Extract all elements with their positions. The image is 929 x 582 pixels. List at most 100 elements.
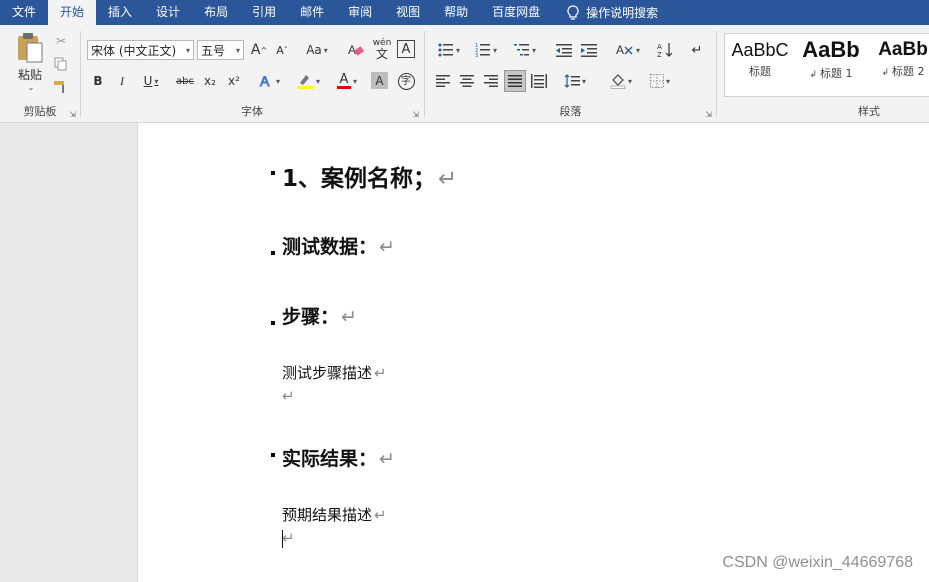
decrease-indent-button[interactable] (553, 40, 575, 60)
paragraph-mark-icon: ↵ (282, 529, 295, 547)
underline-button[interactable]: U ▾ (137, 71, 165, 91)
character-shading-button[interactable]: A (371, 72, 388, 89)
paragraph-mark-icon: ↵ (379, 448, 395, 470)
align-center-icon (460, 75, 474, 87)
paragraph-mark-icon: ↵ (374, 506, 387, 524)
italic-icon: I (120, 73, 124, 88)
tab-view[interactable]: 视图 (384, 0, 432, 25)
increase-indent-button[interactable] (578, 40, 600, 60)
font-group-label: 字体 (241, 106, 263, 118)
font-color-button[interactable]: A ▾ (331, 71, 363, 91)
svg-text:A: A (616, 43, 624, 57)
shading-button[interactable]: ▾ (605, 71, 637, 91)
styles-group: 样式 (812, 25, 929, 122)
clear-formatting-button[interactable]: A (346, 40, 366, 60)
empty-paragraph[interactable]: ↵ (280, 387, 295, 405)
enclose-characters-icon: 字 (397, 72, 415, 90)
show-marks-button[interactable]: ↵ (687, 40, 707, 60)
paragraph-mark-icon: ↵ (374, 364, 387, 382)
tab-home[interactable]: 开始 (48, 0, 97, 25)
dialog-launcher-icon[interactable]: ⇲ (705, 110, 712, 119)
italic-button[interactable]: I (113, 71, 131, 91)
numbering-button[interactable]: 1 2 3 ▾ (470, 40, 502, 60)
paragraph-mark-icon: ↵ (379, 236, 395, 258)
borders-button[interactable]: ▾ (644, 71, 676, 91)
chevron-down-icon: ▾ (492, 45, 497, 55)
subscript-button[interactable]: x₂ (200, 71, 220, 91)
highlight-color-button[interactable]: ▾ (292, 71, 324, 91)
distributed-icon (531, 74, 547, 88)
change-case-button[interactable]: Aa ▾ (301, 40, 333, 60)
expected-result-description[interactable]: 预期结果描述 ↵ (282, 504, 387, 525)
grow-font-button[interactable]: A ^ (249, 40, 269, 60)
justify-button[interactable] (504, 70, 526, 92)
align-right-icon (484, 75, 498, 87)
tab-file[interactable]: 文件 (0, 0, 48, 25)
cut-button[interactable]: ✂ (52, 32, 70, 50)
multilevel-list-icon (513, 44, 529, 56)
search-label: 操作说明搜索 (586, 6, 659, 20)
format-painter-icon (54, 81, 64, 93)
tab-design[interactable]: 设计 (144, 0, 192, 25)
font-size-select[interactable]: 五号 ▾ (197, 40, 244, 60)
heading-case-name[interactable]: 1、案例名称；↵ (282, 159, 457, 193)
increase-indent-icon (581, 44, 597, 57)
superscript-button[interactable]: x² (224, 71, 244, 91)
line-spacing-icon (564, 74, 580, 88)
clipboard-group-label: 剪贴板 (23, 106, 57, 118)
tab-help[interactable]: 帮助 (432, 0, 480, 25)
align-left-button[interactable] (433, 71, 453, 91)
bold-button[interactable]: B (89, 71, 107, 91)
format-painter-button[interactable] (52, 78, 70, 96)
font-name-select[interactable]: 宋体 (中文正文) ▾ (87, 40, 194, 60)
text-effects-button[interactable]: A ▾ (254, 71, 284, 91)
phonetic-guide-button[interactable]: wén 文 (371, 38, 393, 60)
style-sample-text: AaBbC (731, 40, 789, 60)
tab-layout[interactable]: 布局 (192, 0, 240, 25)
superscript-icon: x² (228, 74, 240, 88)
sort-button[interactable]: AZ (655, 40, 675, 60)
multilevel-list-button[interactable]: ▾ (509, 40, 541, 60)
highlighter-icon (296, 75, 313, 89)
dialog-launcher-icon[interactable]: ⇲ (69, 110, 76, 119)
style-title[interactable]: AaBbC 标题 (725, 34, 795, 96)
decrease-indent-icon (556, 44, 572, 57)
watermark: CSDN @weixin_44669768 (722, 554, 913, 571)
heading-steps[interactable]: 步骤： ↵ (282, 302, 357, 329)
eraser-icon: A (348, 43, 364, 57)
tab-review[interactable]: 审阅 (336, 0, 384, 25)
tab-mailings[interactable]: 邮件 (288, 0, 336, 25)
chevron-down-icon: ▾ (235, 46, 240, 55)
shrink-font-button[interactable]: Aˇ (272, 40, 292, 60)
heading-marker (271, 251, 275, 255)
divider (716, 31, 717, 117)
dialog-launcher-icon[interactable]: ⇲ (412, 110, 419, 119)
strikethrough-button[interactable]: abc (173, 71, 197, 91)
empty-paragraph[interactable]: ↵ (280, 529, 295, 547)
heading-actual-result[interactable]: 实际结果： ↵ (282, 444, 395, 471)
paragraph-mark-icon: ↵ (691, 42, 703, 58)
tab-references[interactable]: 引用 (240, 0, 288, 25)
enclose-characters-button[interactable]: 字 (396, 71, 416, 91)
line-spacing-button[interactable]: ▾ (559, 71, 591, 91)
character-border-button[interactable]: A (397, 40, 415, 58)
document-page[interactable]: 1、案例名称；↵ 测试数据： ↵ 步骤： ↵ 测试步骤描述 ↵ ↵ 实际结果： ↵ 预期… (138, 123, 929, 582)
tab-baidu-netdisk[interactable]: 百度网盘 (480, 0, 552, 25)
align-center-button[interactable] (457, 71, 477, 91)
chevron-down-icon: ▾ (455, 45, 460, 55)
tab-insert[interactable]: 插入 (96, 0, 144, 25)
distributed-button[interactable] (529, 71, 549, 91)
numbered-list-icon: 1 2 3 (475, 43, 490, 57)
tell-me-search[interactable]: 操作说明搜索 (552, 4, 658, 21)
heading-test-data[interactable]: 测试数据： ↵ (282, 232, 395, 259)
copy-button[interactable] (52, 55, 70, 73)
align-right-button[interactable] (481, 71, 501, 91)
character-border-icon: A (401, 41, 411, 57)
step-description[interactable]: 测试步骤描述 ↵ (282, 362, 387, 383)
chevron-down-icon: ▾ (185, 46, 190, 55)
bullets-button[interactable]: ▾ (433, 40, 465, 60)
paste-button[interactable]: 粘贴 ⌄ (10, 31, 50, 93)
clipboard-group: 粘贴 ⌄ ✂ 剪贴板 ⇲ (0, 25, 80, 122)
chevron-down-icon: ⌄ (27, 83, 35, 92)
chinese-layout-button[interactable]: A ▾ (612, 40, 644, 60)
